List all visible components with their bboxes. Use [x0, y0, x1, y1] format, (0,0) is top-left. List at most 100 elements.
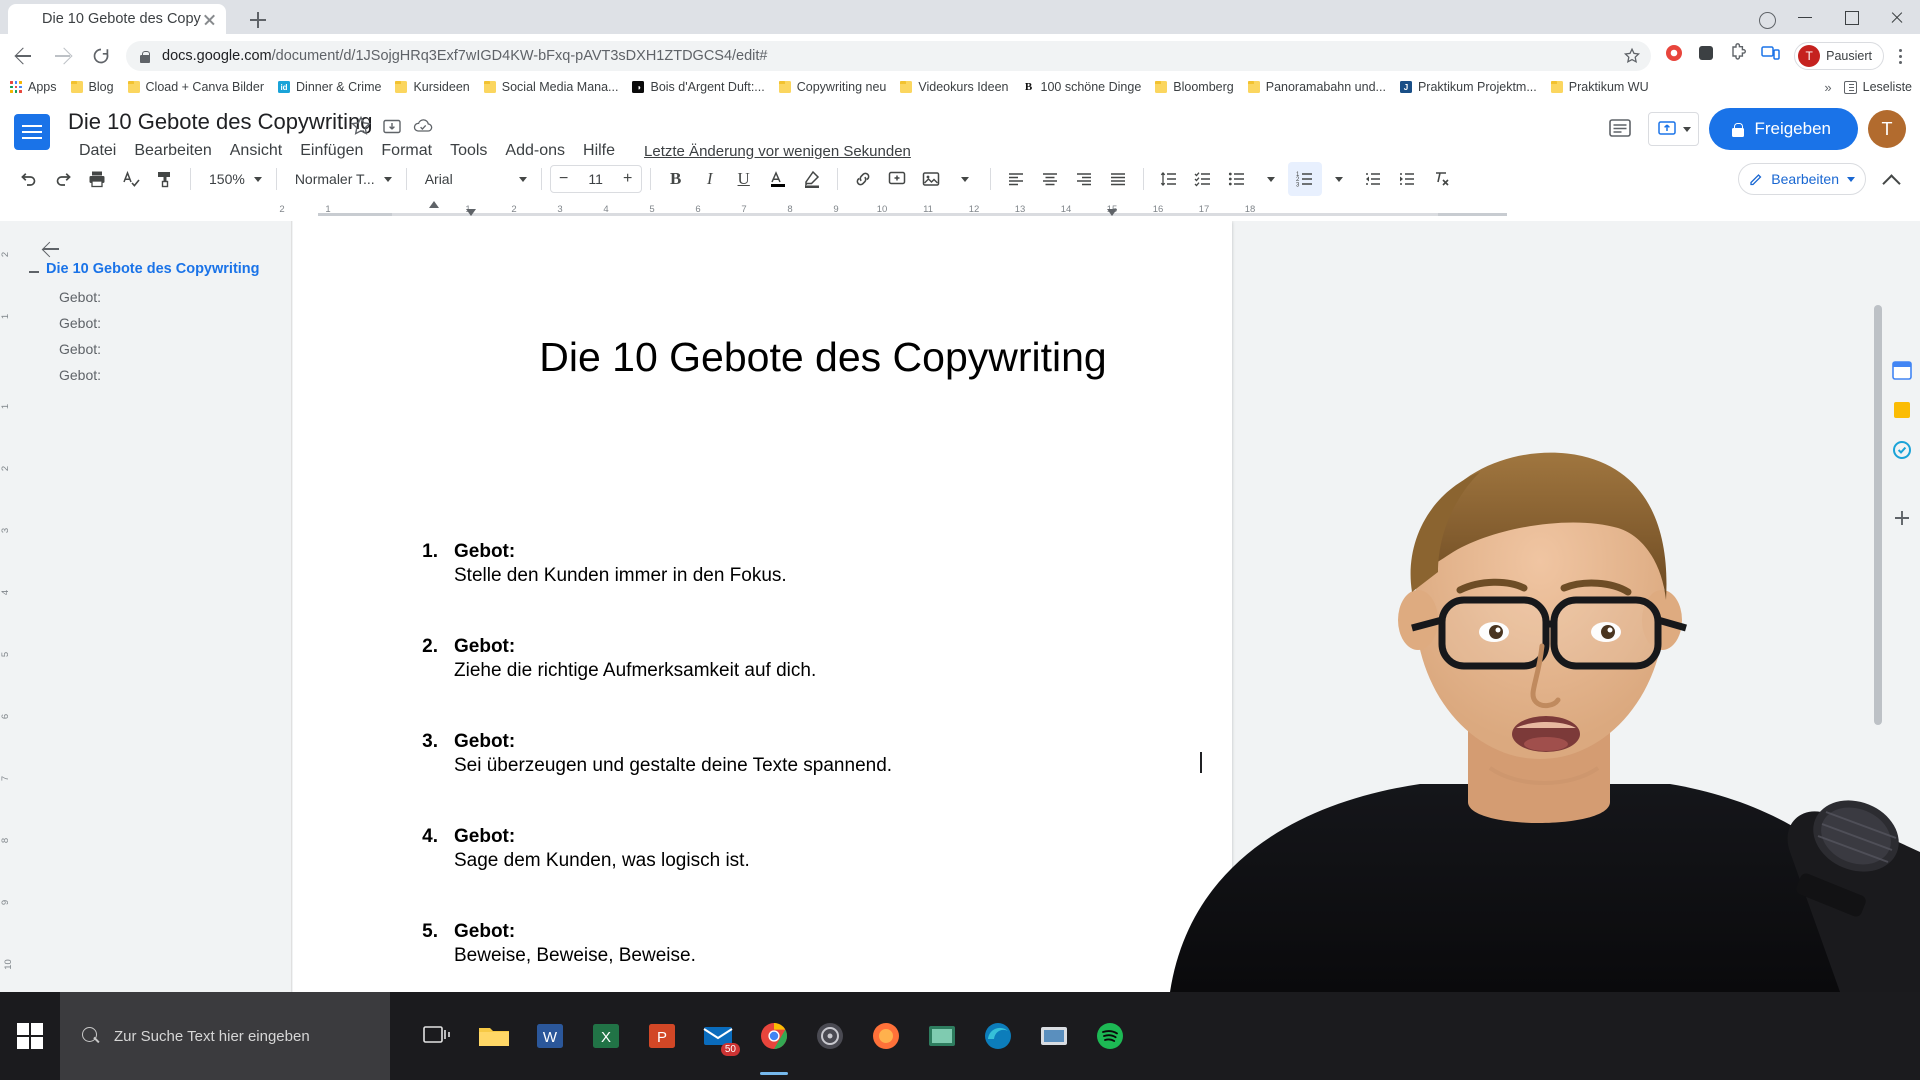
- italic-button[interactable]: I: [693, 162, 727, 196]
- profile-button[interactable]: T Pausiert: [1794, 42, 1884, 70]
- document-title[interactable]: Die 10 Gebote des Copywriting: [68, 109, 373, 135]
- horizontal-ruler[interactable]: 2 1 1 2 3 4 5 6 7 8 9 10 11 12 13 14 15 …: [0, 199, 1920, 221]
- taskbar-edge[interactable]: [970, 992, 1026, 1080]
- taskbar-word[interactable]: W: [522, 992, 578, 1080]
- decrease-indent-icon[interactable]: [1356, 162, 1390, 196]
- browser-tab[interactable]: Die 10 Gebote des Copywriting -: [8, 4, 226, 34]
- vertical-scrollbar[interactable]: [1872, 221, 1884, 992]
- insert-image-icon[interactable]: [914, 162, 948, 196]
- taskbar-obs[interactable]: [914, 992, 970, 1080]
- numbered-list-caret-icon[interactable]: [1322, 162, 1356, 196]
- extension-dark-icon[interactable]: [1694, 41, 1724, 71]
- bookmark-dinner-crime[interactable]: id Dinner & Crime: [278, 78, 381, 96]
- paint-format-icon[interactable]: [148, 162, 182, 196]
- checklist-icon[interactable]: [1186, 162, 1220, 196]
- taskbar-search[interactable]: Zur Suche Text hier eingeben: [60, 992, 390, 1080]
- last-edit-label[interactable]: Letzte Änderung vor wenigen Sekunden: [644, 143, 911, 160]
- bookmark-star-icon[interactable]: [1623, 47, 1641, 65]
- present-button[interactable]: [1648, 112, 1700, 146]
- bookmarks-overflow-button[interactable]: »: [1824, 80, 1831, 95]
- line-spacing-icon[interactable]: [1152, 162, 1186, 196]
- extensions-puzzle-icon[interactable]: [1727, 42, 1755, 70]
- add-ons-plus-icon[interactable]: [1890, 506, 1914, 530]
- close-outline-button[interactable]: [38, 235, 66, 263]
- outline-item[interactable]: Gebot:: [59, 315, 101, 331]
- bold-button[interactable]: B: [659, 162, 693, 196]
- bookmark-kursideen[interactable]: Kursideen: [395, 78, 470, 96]
- taskbar-task-view[interactable]: [410, 992, 466, 1080]
- move-to-folder-icon[interactable]: [380, 114, 404, 138]
- taskbar-powerpoint[interactable]: P: [634, 992, 690, 1080]
- font-size-value[interactable]: 11: [577, 171, 615, 187]
- font-size-decrease[interactable]: −: [551, 166, 577, 192]
- maximize-button[interactable]: [1828, 0, 1874, 34]
- highlight-color-icon[interactable]: [795, 162, 829, 196]
- right-indent-marker[interactable]: [1107, 209, 1117, 216]
- clear-formatting-icon[interactable]: [1424, 162, 1458, 196]
- bookmark-cload-canva[interactable]: Cload + Canva Bilder: [127, 78, 264, 96]
- bulleted-list-icon[interactable]: [1220, 162, 1254, 196]
- outline-item[interactable]: Gebot:: [59, 289, 101, 305]
- bookmark-social-media[interactable]: Social Media Mana...: [483, 78, 618, 96]
- extension-red-icon[interactable]: [1662, 41, 1692, 71]
- outline-heading[interactable]: Die 10 Gebote des Copywriting: [46, 261, 260, 277]
- document-canvas[interactable]: Die 10 Gebote des Copywriting 1. Gebot: …: [293, 221, 1920, 992]
- image-options-caret-icon[interactable]: [948, 162, 982, 196]
- outline-item[interactable]: Gebot:: [59, 341, 101, 357]
- bookmark-apps[interactable]: Apps: [10, 78, 57, 96]
- spellcheck-icon[interactable]: [114, 162, 148, 196]
- close-icon[interactable]: [201, 11, 218, 28]
- outline-item[interactable]: Gebot:: [59, 367, 101, 383]
- redo-icon[interactable]: [46, 162, 80, 196]
- send-to-devices-icon[interactable]: [1758, 41, 1788, 71]
- bookmark-copywriting-neu[interactable]: Copywriting neu: [778, 78, 886, 96]
- taskbar-firefox[interactable]: [858, 992, 914, 1080]
- document-page[interactable]: Die 10 Gebote des Copywriting 1. Gebot: …: [293, 221, 1232, 992]
- font-size-increase[interactable]: +: [615, 166, 641, 192]
- taskbar-mail[interactable]: 50: [690, 992, 746, 1080]
- outline-collapse-icon[interactable]: [29, 271, 39, 273]
- taskbar-discord[interactable]: [802, 992, 858, 1080]
- text-color-icon[interactable]: [761, 162, 795, 196]
- forward-button[interactable]: [46, 39, 80, 73]
- docs-menu-icon[interactable]: [14, 114, 50, 150]
- bulleted-list-caret-icon[interactable]: [1254, 162, 1288, 196]
- chrome-menu-button[interactable]: [1886, 41, 1914, 71]
- zoom-selector[interactable]: 150%: [199, 164, 268, 194]
- taskbar-chrome[interactable]: [746, 992, 802, 1080]
- bookmark-praktikum-wu[interactable]: Praktikum WU: [1550, 78, 1649, 96]
- align-left-icon[interactable]: [999, 162, 1033, 196]
- reading-list-label[interactable]: Leseliste: [1863, 80, 1912, 94]
- font-size-stepper[interactable]: − 11 +: [549, 165, 642, 193]
- minimize-button[interactable]: [1782, 0, 1828, 34]
- underline-button[interactable]: U: [727, 162, 761, 196]
- add-comment-icon[interactable]: [880, 162, 914, 196]
- window-close-button[interactable]: [1874, 0, 1920, 34]
- bookmark-panoramabahn[interactable]: Panoramabahn und...: [1247, 78, 1386, 96]
- taskbar-file-explorer[interactable]: [466, 992, 522, 1080]
- new-tab-button[interactable]: [246, 8, 270, 32]
- first-line-indent-marker[interactable]: [466, 209, 476, 216]
- taskbar-spotify[interactable]: [1082, 992, 1138, 1080]
- taskbar-excel[interactable]: X: [578, 992, 634, 1080]
- insert-link-icon[interactable]: [846, 162, 880, 196]
- align-right-icon[interactable]: [1067, 162, 1101, 196]
- bookmark-bois-argent[interactable]: ◑ Bois d'Argent Duft:...: [632, 78, 765, 96]
- bookmark-blog[interactable]: Blog: [70, 78, 114, 96]
- reload-button[interactable]: [84, 39, 118, 73]
- share-button[interactable]: Freigeben: [1709, 108, 1858, 150]
- font-selector[interactable]: Arial: [415, 164, 533, 194]
- numbered-list-icon[interactable]: 123: [1287, 162, 1322, 196]
- print-icon[interactable]: [80, 162, 114, 196]
- comment-history-icon[interactable]: [1602, 111, 1638, 147]
- bookmark-100-schoene-dinge[interactable]: B 100 schöne Dinge: [1022, 78, 1141, 96]
- star-icon[interactable]: [349, 114, 373, 138]
- back-button[interactable]: [6, 39, 40, 73]
- calendar-icon[interactable]: [1890, 358, 1914, 382]
- taskbar-screen-recorder[interactable]: [1026, 992, 1082, 1080]
- left-indent-marker[interactable]: [429, 201, 439, 208]
- paragraph-style-selector[interactable]: Normaler T...: [285, 164, 398, 194]
- undo-icon[interactable]: [12, 162, 46, 196]
- keep-notes-icon[interactable]: [1890, 398, 1914, 422]
- hide-menus-chevron-icon[interactable]: [1874, 162, 1908, 196]
